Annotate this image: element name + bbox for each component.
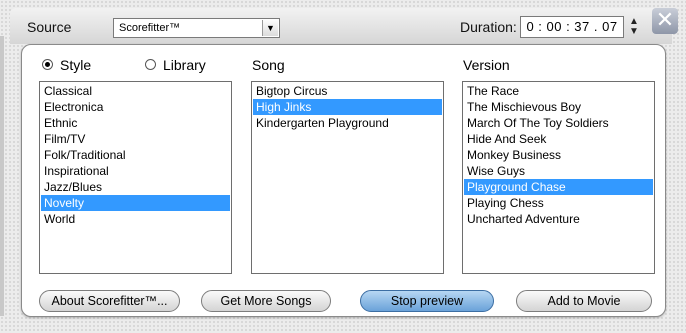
- song-list-item[interactable]: Kindergarten Playground: [253, 115, 442, 131]
- version-list[interactable]: The Race The Mischievous Boy March Of The …: [462, 81, 655, 274]
- style-radio-icon[interactable]: [42, 59, 53, 70]
- library-radio-label: Library: [163, 57, 206, 73]
- library-radio-icon[interactable]: [145, 59, 156, 70]
- spinner-down-icon[interactable]: ▼: [627, 27, 641, 37]
- version-list-item[interactable]: The Mischievous Boy: [464, 99, 653, 115]
- style-radio-label: Style: [60, 57, 92, 73]
- about-scorefitter-button[interactable]: About Scorefitter™...: [39, 290, 180, 312]
- style-list-item[interactable]: Ethnic: [41, 115, 230, 131]
- duration-label: Duration:: [460, 19, 517, 35]
- version-list-item[interactable]: Playground Chase: [464, 179, 653, 195]
- window-left-edge: [0, 36, 4, 316]
- duration-input[interactable]: 0 : 00 : 37 . 07: [520, 16, 624, 38]
- style-list-item[interactable]: Classical: [41, 83, 230, 99]
- version-list-item[interactable]: The Race: [464, 83, 653, 99]
- style-list-item[interactable]: Electronica: [41, 99, 230, 115]
- duration-spinner[interactable]: ▲ ▼: [627, 17, 641, 39]
- source-label: Source: [27, 19, 72, 35]
- song-list-item[interactable]: Bigtop Circus: [253, 83, 442, 99]
- music-panel: Style Library Song Version Classical Elec…: [21, 44, 666, 317]
- add-to-movie-button[interactable]: Add to Movie: [516, 290, 652, 312]
- style-list-item[interactable]: Film/TV: [41, 131, 230, 147]
- song-list[interactable]: Bigtop Circus High Jinks Kindergarten Play…: [251, 81, 444, 274]
- style-list-item[interactable]: Jazz/Blues: [41, 179, 230, 195]
- header-bar: Source Scorefitter™ ▼ Duration: 0 : 00 :…: [10, 8, 672, 44]
- chevron-down-icon[interactable]: ▼: [262, 20, 278, 36]
- source-dropdown-value: Scorefitter™: [119, 22, 181, 34]
- version-list-item[interactable]: Playing Chess: [464, 195, 653, 211]
- close-icon[interactable]: ✕: [652, 8, 678, 34]
- library-radio[interactable]: Library: [145, 57, 206, 73]
- version-list-item[interactable]: Monkey Business: [464, 147, 653, 163]
- stop-preview-button[interactable]: Stop preview: [360, 290, 494, 312]
- style-list-item[interactable]: Inspirational: [41, 163, 230, 179]
- style-list-item[interactable]: Folk/Traditional: [41, 147, 230, 163]
- song-column-heading: Song: [252, 57, 285, 73]
- style-list-item[interactable]: World: [41, 211, 230, 227]
- version-list-item[interactable]: Uncharted Adventure: [464, 211, 653, 227]
- version-column-heading: Version: [463, 57, 510, 73]
- style-list[interactable]: Classical Electronica Ethnic Film/TV Folk/Tr…: [39, 81, 232, 274]
- get-more-songs-button[interactable]: Get More Songs: [201, 290, 331, 312]
- version-list-item[interactable]: Hide And Seek: [464, 131, 653, 147]
- version-list-item[interactable]: March Of The Toy Soldiers: [464, 115, 653, 131]
- version-list-item[interactable]: Wise Guys: [464, 163, 653, 179]
- style-radio[interactable]: Style: [42, 57, 91, 73]
- song-list-item[interactable]: High Jinks: [253, 99, 442, 115]
- source-dropdown[interactable]: Scorefitter™ ▼: [113, 18, 280, 38]
- style-list-item[interactable]: Novelty: [41, 195, 230, 211]
